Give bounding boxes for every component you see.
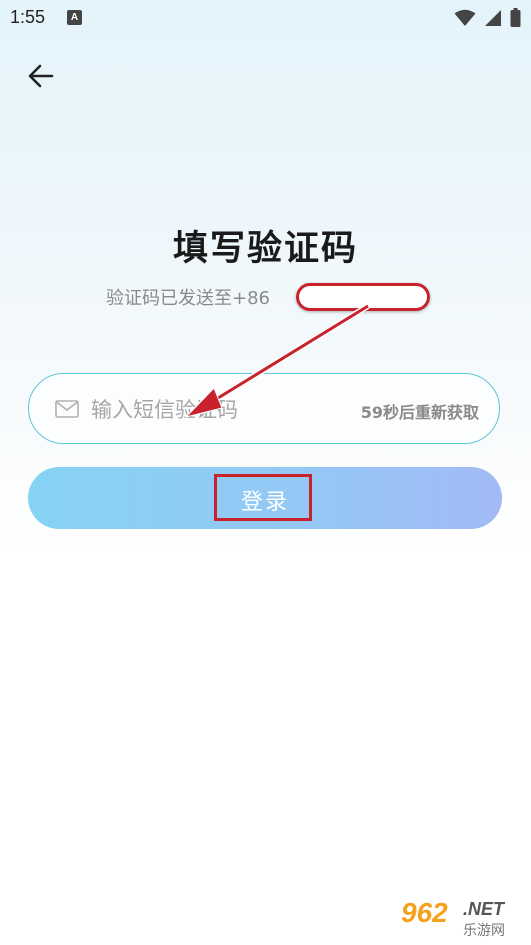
mail-icon [55, 400, 79, 418]
system-icons [454, 8, 521, 27]
watermark-domain: .NET [463, 899, 505, 919]
watermark-number: 962 [401, 897, 448, 928]
status-bar: 1:55 A [0, 0, 531, 36]
login-highlight-box [214, 474, 312, 521]
wifi-icon [454, 9, 476, 26]
notification-icon: A [67, 10, 82, 25]
status-time: 1:55 [10, 7, 46, 27]
battery-icon [510, 8, 521, 27]
back-button[interactable] [26, 60, 58, 92]
arrow-left-icon [28, 64, 54, 88]
code-input[interactable] [89, 392, 323, 428]
site-watermark: 962 .NET 乐游网 [397, 897, 525, 941]
sent-to-text: 验证码已发送至+86 [106, 288, 270, 309]
watermark-name: 乐游网 [463, 923, 505, 939]
phone-number-redaction [296, 283, 430, 311]
verification-code-field[interactable]: 59秒后重新获取 [28, 373, 500, 444]
signal-icon [485, 9, 501, 26]
resend-countdown[interactable]: 59秒后重新获取 [361, 399, 479, 423]
page-title: 填写验证码 [172, 229, 358, 269]
